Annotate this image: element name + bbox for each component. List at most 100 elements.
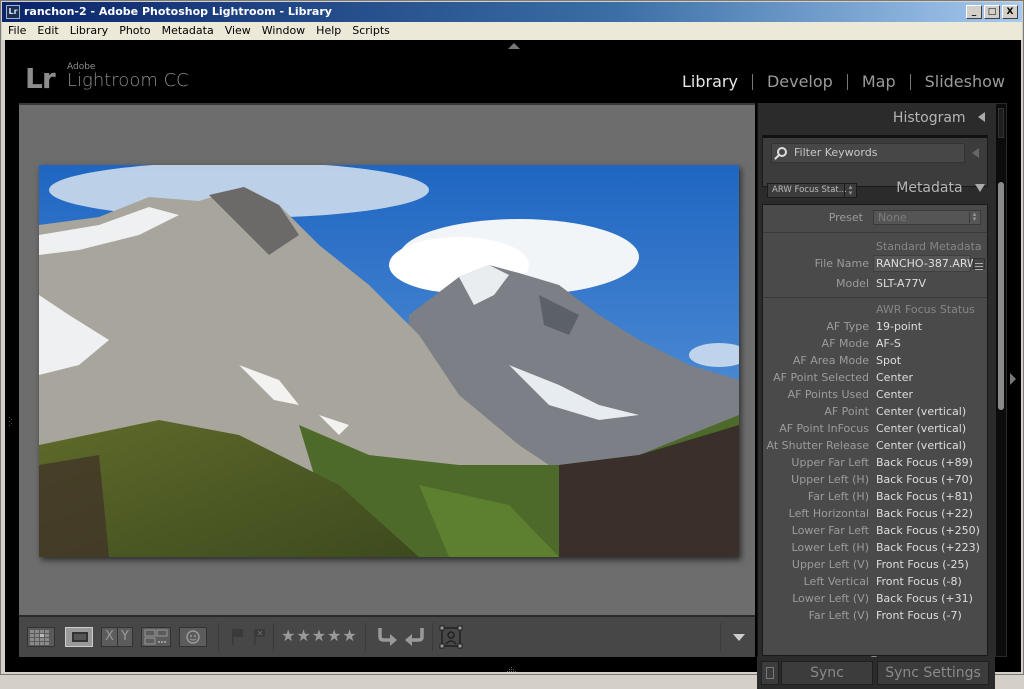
filter-keywords-placeholder: Filter Keywords — [794, 146, 878, 159]
identity-product: Lightroom CC — [67, 70, 189, 91]
filmstrip-toggle-icon[interactable] — [505, 660, 519, 672]
crop-face-icon[interactable] — [439, 625, 463, 653]
menu-photo[interactable]: Photo — [113, 22, 155, 40]
minimize-button[interactable]: _ — [966, 5, 982, 19]
menu-file[interactable]: File — [2, 22, 31, 40]
menu-library[interactable]: Library — [64, 22, 113, 40]
left-panel-toggle-icon[interactable] — [9, 412, 15, 426]
metadata-panel-header[interactable]: Metadata — [896, 180, 985, 196]
focus-status-row: Upper Left (H) Back Focus (+70) — [763, 471, 987, 488]
people-view-button[interactable] — [179, 627, 207, 647]
grid-view-button[interactable] — [27, 627, 55, 647]
preset-row: Preset None ▴ ▾ — [763, 209, 987, 226]
scrollbar-thumb[interactable] — [998, 182, 1004, 410]
histogram-title: Histogram — [892, 110, 966, 126]
metadata-label: AF Type — [826, 320, 869, 333]
expand-down-icon — [975, 184, 985, 192]
metadata-label: Upper Left (H) — [791, 473, 869, 486]
menu-window[interactable]: Window — [256, 22, 310, 40]
focus-status-row: Far Left (V) Front Focus (-7) — [763, 607, 987, 624]
menu-edit[interactable]: Edit — [31, 22, 63, 40]
lightroom-app-icon: Lr — [6, 5, 20, 19]
star-rating[interactable]: ★★★★★ — [281, 626, 358, 645]
menu-bar: File Edit Library Photo Metadata View Wi… — [2, 22, 1022, 40]
module-map[interactable]: Map — [862, 72, 896, 91]
metadata-value: 19-point — [876, 320, 923, 333]
metadata-label: AF Point — [824, 405, 869, 418]
focus-status-row: At Shutter Release Center (vertical) — [763, 437, 987, 454]
rotate-left-icon[interactable] — [375, 625, 399, 651]
compare-view-button[interactable]: X Y — [101, 627, 133, 647]
loupe-icon — [72, 632, 88, 642]
module-separator — [751, 73, 753, 90]
pick-flag-icon[interactable] — [231, 628, 245, 650]
metadata-value: Front Focus (-8) — [876, 575, 962, 588]
collapse-left-icon[interactable] — [972, 148, 979, 158]
photo-preview[interactable] — [39, 165, 739, 557]
focus-status-row: AF Point Center (vertical) — [763, 403, 987, 420]
toolbar-separator — [218, 623, 219, 651]
metadata-value: Back Focus (+250) — [876, 524, 980, 537]
survey-view-button[interactable] — [141, 627, 171, 647]
module-picker: Library Develop Map Slideshow — [682, 72, 1005, 91]
loupe-view-area[interactable] — [19, 103, 755, 615]
metadata-value: RANCHO-387.ARW — [876, 257, 978, 270]
metadata-value: Center (vertical) — [876, 422, 967, 435]
menu-help[interactable]: Help — [310, 22, 346, 40]
right-panel-scrollbar[interactable] — [995, 103, 1007, 657]
sync-bar: Sync Sync Settings — [757, 657, 995, 689]
filter-keywords-input[interactable]: Filter Keywords — [771, 143, 965, 163]
metadata-row: File Name RANCHO-387.ARW — [763, 255, 987, 272]
metadata-view-select[interactable]: ARW Focus Stat... ▴ ▾ — [767, 183, 857, 198]
spinner-icon: ▴ ▾ — [844, 184, 856, 197]
menu-scripts[interactable]: Scripts — [346, 22, 395, 40]
metadata-value: Center (vertical) — [876, 405, 967, 418]
metadata-label: File Name — [814, 257, 869, 270]
module-separator — [909, 73, 911, 90]
focus-status-row: AF Point InFocus Center (vertical) — [763, 420, 987, 437]
sync-button[interactable]: Sync — [781, 661, 873, 685]
histogram-panel-header[interactable]: Histogram — [893, 110, 985, 126]
preset-select[interactable]: None ▴ ▾ — [873, 210, 981, 225]
metadata-value: Back Focus (+70) — [876, 473, 973, 486]
loupe-view-button[interactable] — [65, 627, 93, 647]
focus-status-row: Upper Far Left Back Focus (+89) — [763, 454, 987, 471]
face-icon — [186, 630, 200, 644]
right-panel-toggle-icon[interactable] — [1010, 373, 1016, 385]
metadata-value: Back Focus (+22) — [876, 507, 973, 520]
focus-status-row: AF Point Selected Center — [763, 369, 987, 386]
top-panel-toggle-icon[interactable] — [508, 43, 520, 49]
list-icon[interactable] — [973, 258, 985, 270]
library-toolbar: X Y ★★★★★ — [19, 615, 755, 657]
close-button[interactable]: X — [1002, 5, 1018, 19]
module-library[interactable]: Library — [682, 72, 738, 91]
metadata-value: SLT-A77V — [876, 277, 927, 290]
module-slideshow[interactable]: Slideshow — [925, 72, 1005, 91]
metadata-label: Lower Left (H) — [791, 541, 870, 554]
metadata-label: Lower Left (V) — [792, 592, 869, 605]
focus-status-row: AF Type 19-point — [763, 318, 987, 335]
title-bar: Lr ranchon-2 - Adobe Photoshop Lightroom… — [2, 2, 1022, 22]
focus-status-row: Left Vertical Front Focus (-8) — [763, 573, 987, 590]
reject-flag-icon[interactable] — [253, 628, 267, 650]
search-icon — [777, 147, 787, 157]
divider — [763, 232, 987, 233]
focus-status-heading: AWR Focus Status — [876, 303, 975, 316]
application-window: Lr ranchon-2 - Adobe Photoshop Lightroom… — [0, 0, 1024, 689]
compare-divider — [117, 628, 118, 646]
focus-status-row: AF Points Used Center — [763, 386, 987, 403]
maximize-button[interactable]: □ — [984, 5, 1000, 19]
focus-status-row: Far Left (H) Back Focus (+81) — [763, 488, 987, 505]
survey-icon — [144, 629, 168, 645]
rotate-right-icon[interactable] — [403, 625, 427, 651]
sync-settings-button[interactable]: Sync Settings — [877, 661, 989, 685]
menu-view[interactable]: View — [219, 22, 256, 40]
menu-metadata[interactable]: Metadata — [156, 22, 219, 40]
compare-x-label: X — [105, 629, 114, 644]
focus-status-row: Upper Left (V) Front Focus (-25) — [763, 556, 987, 573]
metadata-value: Center (vertical) — [876, 439, 967, 452]
auto-sync-switch[interactable] — [761, 661, 779, 685]
module-develop[interactable]: Develop — [767, 72, 833, 91]
metadata-label: Left Vertical — [803, 575, 869, 588]
toolbar-content-dropdown-icon[interactable] — [733, 634, 745, 641]
